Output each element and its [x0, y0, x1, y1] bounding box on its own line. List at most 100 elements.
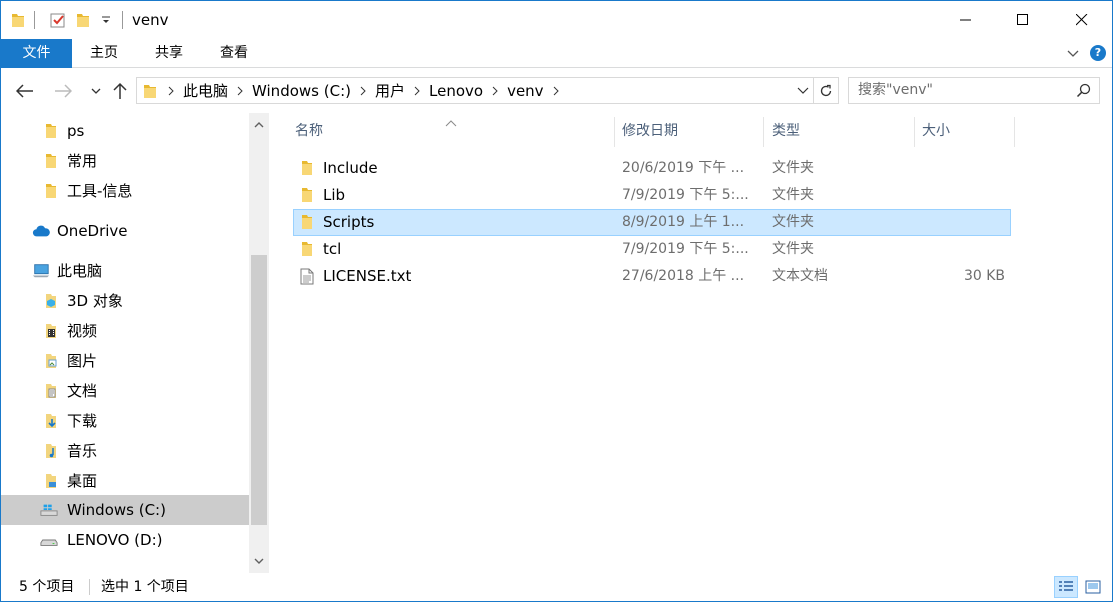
expand-ribbon-icon[interactable]	[1066, 46, 1080, 64]
nav-item-documents[interactable]: 文档	[1, 376, 249, 406]
nav-item-label: ps	[67, 122, 85, 140]
column-divider[interactable]	[614, 117, 615, 147]
chevron-up-icon	[254, 122, 264, 128]
nav-item-label: 工具-信息	[67, 182, 133, 200]
forward-button[interactable]	[52, 80, 74, 102]
file-name: Scripts	[323, 213, 375, 231]
tab-file[interactable]: 文件	[1, 39, 72, 68]
tab-home[interactable]: 主页	[78, 39, 130, 68]
breadcrumb-windows-c[interactable]: Windows (C:)	[248, 82, 355, 100]
nav-item-label: 常用	[67, 152, 98, 170]
file-list: 名称 修改日期 类型 大小 Include 20/6/2019 下午 ... 文…	[269, 113, 1112, 573]
tab-share[interactable]: 共享	[143, 39, 195, 68]
new-folder-icon[interactable]	[76, 10, 90, 30]
item-count: 5 个项目	[19, 579, 75, 595]
table-row[interactable]: tcl 7/9/2019 下午 5:... 文件夹	[293, 236, 1011, 263]
file-type: 文件夹	[772, 160, 814, 176]
chevron-right-icon[interactable]	[355, 86, 371, 96]
documents-icon	[42, 382, 60, 400]
maximize-button[interactable]	[1000, 1, 1046, 39]
nav-item-windows-c[interactable]: Windows (C:)	[1, 495, 249, 525]
column-divider[interactable]	[763, 117, 764, 147]
column-header-type[interactable]: 类型	[772, 113, 912, 147]
minimize-button[interactable]	[943, 1, 989, 39]
scroll-up-button[interactable]	[249, 113, 269, 137]
video-icon	[42, 322, 60, 340]
music-icon	[42, 442, 60, 460]
text-file-icon	[300, 268, 316, 285]
file-size: 30 KB	[963, 268, 1005, 284]
address-bar[interactable]: 此电脑 Windows (C:) 用户 Lenovo venv	[136, 77, 839, 104]
table-row-selected[interactable]: Scripts 8/9/2019 上午 1... 文件夹	[293, 209, 1011, 236]
column-header-name[interactable]: 名称	[295, 113, 613, 147]
help-icon[interactable]: ?	[1090, 45, 1106, 61]
chevron-right-icon[interactable]	[409, 86, 425, 96]
breadcrumb-this-pc[interactable]: 此电脑	[179, 80, 232, 101]
chevron-right-icon[interactable]	[163, 86, 179, 96]
breadcrumb-users[interactable]: 用户	[371, 80, 409, 101]
explorer-window: venv 文件 主页 共享 查看 ? 此电脑 Windows (C:) 用户 L…	[0, 0, 1113, 602]
file-type: 文件夹	[772, 214, 814, 230]
nav-item-pictures[interactable]: 图片	[1, 346, 249, 376]
customize-dropdown-icon[interactable]	[101, 10, 111, 30]
nav-item-desktop[interactable]: 桌面	[1, 466, 249, 496]
nav-item-label: LENOVO (D:)	[67, 531, 163, 549]
folder-icon	[300, 187, 316, 203]
maximize-icon	[1017, 14, 1028, 25]
3d-objects-icon	[42, 292, 60, 310]
scroll-down-button[interactable]	[249, 549, 269, 573]
details-view-button[interactable]	[1054, 576, 1078, 598]
column-header-size[interactable]: 大小	[922, 113, 1012, 147]
column-header-date[interactable]: 修改日期	[622, 113, 762, 147]
nav-item-music[interactable]: 音乐	[1, 436, 249, 466]
file-date: 8/9/2019 上午 1...	[622, 214, 745, 230]
table-row[interactable]: LICENSE.txt 27/6/2018 上午 ... 文本文档 30 KB	[293, 263, 1011, 290]
breadcrumb-lenovo[interactable]: Lenovo	[425, 82, 487, 100]
column-divider[interactable]	[914, 117, 915, 147]
chevron-right-icon[interactable]	[487, 86, 503, 96]
title-bar: venv	[1, 1, 1112, 39]
table-row[interactable]: Include 20/6/2019 下午 ... 文件夹	[293, 155, 1011, 182]
breadcrumb-venv[interactable]: venv	[503, 82, 548, 100]
address-history-button[interactable]	[793, 78, 813, 103]
table-row[interactable]: Lib 7/9/2019 下午 5:... 文件夹	[293, 182, 1011, 209]
chevron-right-icon[interactable]	[548, 86, 564, 96]
folder-icon	[11, 10, 25, 30]
nav-item-downloads[interactable]: 下载	[1, 406, 249, 436]
chevron-right-icon[interactable]	[232, 86, 248, 96]
up-button[interactable]	[109, 80, 131, 102]
nav-item-this-pc[interactable]: 此电脑	[1, 256, 249, 286]
scroll-thumb[interactable]	[251, 255, 267, 525]
nav-item-onedrive[interactable]: OneDrive	[1, 216, 249, 246]
nav-item-tools-info[interactable]: 工具-信息	[1, 176, 249, 206]
nav-item-ps[interactable]: ps	[1, 116, 249, 146]
nav-item-3d-objects[interactable]: 3D 对象	[1, 286, 249, 316]
nav-scrollbar[interactable]	[249, 113, 269, 573]
chevron-down-icon	[91, 88, 101, 94]
tab-view[interactable]: 查看	[208, 39, 260, 68]
nav-item-lenovo-d[interactable]: LENOVO (D:)	[1, 525, 249, 555]
search-input[interactable]: 搜索"venv"	[848, 77, 1100, 104]
pictures-icon	[42, 352, 60, 370]
large-icons-view-button[interactable]	[1081, 576, 1105, 598]
recent-locations-button[interactable]	[85, 80, 107, 102]
chevron-down-icon	[254, 558, 264, 564]
nav-item-videos[interactable]: 视频	[1, 316, 249, 346]
cloud-icon	[32, 222, 50, 240]
search-icon[interactable]	[1076, 83, 1091, 102]
title-separator	[34, 11, 35, 29]
breadcrumb: 此电脑 Windows (C:) 用户 Lenovo venv	[137, 78, 564, 103]
back-button[interactable]	[14, 80, 36, 102]
properties-check-icon[interactable]	[49, 10, 67, 30]
close-button[interactable]	[1059, 1, 1105, 39]
close-icon	[1076, 14, 1088, 26]
refresh-button[interactable]	[813, 78, 838, 103]
desktop-icon	[42, 472, 60, 490]
minimize-icon	[960, 19, 971, 21]
nav-item-common[interactable]: 常用	[1, 146, 249, 176]
file-name: Include	[323, 159, 378, 177]
column-divider[interactable]	[1014, 117, 1015, 147]
nav-item-label: 下载	[67, 412, 98, 430]
refresh-icon	[820, 84, 832, 96]
navigation-bar: 此电脑 Windows (C:) 用户 Lenovo venv 搜索"venv"	[1, 68, 1112, 113]
